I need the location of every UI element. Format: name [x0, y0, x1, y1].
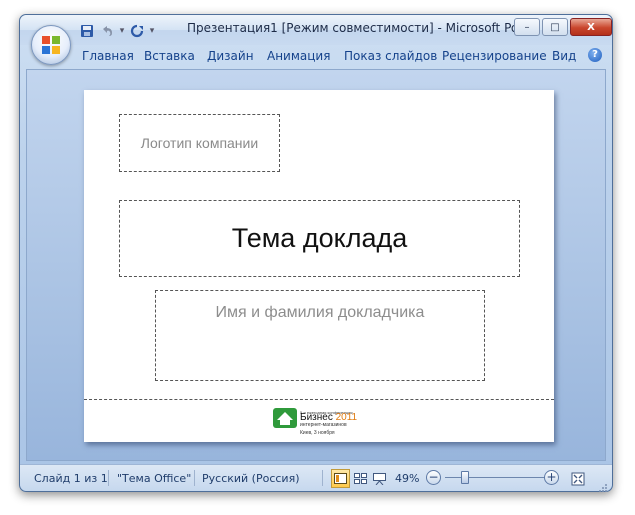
slide-canvas[interactable]: Логотип компании Тема доклада Имя и фами… — [84, 90, 554, 442]
undo-dropdown-icon[interactable]: ▾ — [118, 26, 126, 36]
tab-home[interactable]: Главная — [82, 49, 134, 63]
maximize-button[interactable]: □ — [542, 18, 568, 36]
zoom-level[interactable]: 49% — [395, 472, 419, 485]
help-icon[interactable]: ? — [588, 48, 602, 62]
undo-icon[interactable] — [98, 22, 116, 40]
zoom-slider-track[interactable] — [445, 477, 545, 478]
status-separator — [194, 470, 195, 486]
office-logo-icon — [42, 36, 60, 54]
slide-sorter-view-icon[interactable] — [351, 469, 370, 488]
ribbon-tabs: Главная Вставка Дизайн Анимация Показ сл… — [20, 45, 612, 67]
redo-icon[interactable] — [128, 22, 146, 40]
window-controls: – □ X — [514, 18, 612, 36]
logo-placeholder[interactable]: Логотип компании — [119, 114, 280, 172]
title-bar: ▾ ▾ Презентация1 [Режим совместимости] -… — [20, 15, 612, 45]
office-button[interactable] — [31, 25, 71, 65]
logo-placeholder-text: Логотип компании — [140, 135, 259, 151]
tab-insert[interactable]: Вставка — [144, 49, 195, 63]
footer-divider — [84, 399, 554, 400]
status-separator — [322, 470, 323, 486]
app-window: ▾ ▾ Презентация1 [Режим совместимости] -… — [19, 14, 613, 492]
zoom-out-button[interactable]: − — [426, 470, 441, 485]
status-bar: Слайд 1 из 1 "Тема Office" Русский (Росс… — [20, 464, 612, 492]
language-indicator[interactable]: Русский (Россия) — [202, 472, 300, 485]
tab-view[interactable]: Вид — [552, 49, 576, 63]
slide-editing-area: Логотип компании Тема доклада Имя и фами… — [26, 69, 606, 461]
conference-logo: 5-я ежегодная конференция Бизнес 2011 ин… — [273, 408, 363, 438]
tab-design[interactable]: Дизайн — [207, 49, 254, 63]
slideshow-view-icon[interactable] — [370, 469, 389, 488]
window-title: Презентация1 [Режим совместимости] - Mic… — [187, 21, 530, 35]
close-button[interactable]: X — [570, 18, 612, 36]
save-icon[interactable] — [78, 22, 96, 40]
zoom-slider-thumb[interactable] — [461, 471, 469, 484]
slide-title: Тема доклада — [231, 223, 408, 253]
conference-place-date: Киев, 3 ноября — [300, 430, 335, 436]
status-separator — [108, 470, 109, 486]
resize-grip-icon[interactable] — [598, 478, 608, 492]
tab-review[interactable]: Рецензирование — [442, 49, 547, 63]
conference-house-icon — [273, 408, 297, 428]
quick-access-toolbar: ▾ ▾ — [78, 22, 156, 40]
author-placeholder[interactable]: Имя и фамилия докладчика — [155, 290, 485, 381]
tab-slideshow[interactable]: Показ слайдов — [344, 49, 437, 63]
theme-name[interactable]: "Тема Office" — [117, 472, 191, 485]
slide-counter: Слайд 1 из 1 — [34, 472, 108, 485]
fit-to-window-icon[interactable] — [568, 469, 587, 488]
conference-subtitle: интернет-магазинов — [300, 422, 347, 428]
zoom-in-button[interactable]: + — [544, 470, 559, 485]
normal-view-icon[interactable] — [331, 469, 350, 488]
minimize-button[interactable]: – — [514, 18, 540, 36]
title-placeholder[interactable]: Тема доклада — [119, 200, 520, 277]
author-placeholder-text: Имя и фамилия докладчика — [215, 304, 425, 321]
customize-qat-icon[interactable]: ▾ — [148, 26, 156, 36]
tab-animation[interactable]: Анимация — [267, 49, 330, 63]
